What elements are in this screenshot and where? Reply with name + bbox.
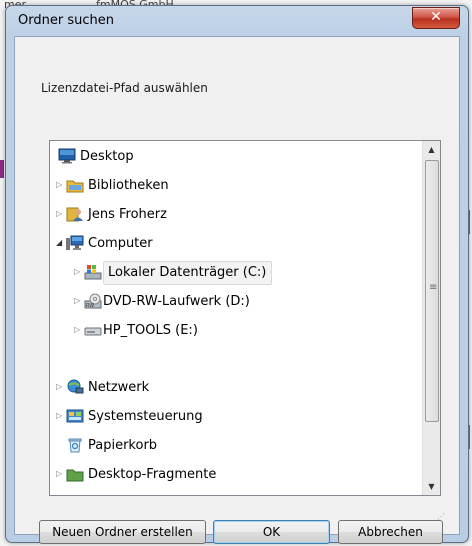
tree-item-control-panel[interactable]: ▷ Systemsteuerung [50,404,420,430]
control-panel-icon [66,408,84,424]
expand-arrow-icon[interactable]: ▷ [56,210,64,218]
vertical-scrollbar[interactable]: ▲ ≡ ▼ [422,141,440,495]
browse-folder-dialog: Ordner suchen ✕ Lizenzdatei-Pfad auswähl… [5,5,469,544]
cancel-button[interactable]: Abbrechen [338,520,443,544]
ok-button[interactable]: OK [213,520,330,544]
tree-item-label: Bibliotheken [88,178,169,193]
tree-item-label: Lokaler Datenträger (C:) [103,261,273,285]
scroll-thumb[interactable]: ≡ [425,160,439,422]
expand-arrow-icon[interactable]: ▷ [56,412,64,420]
tree-item-label: Computer [88,236,153,251]
removable-drive-icon [84,322,102,338]
tree-item-recycle-bin[interactable]: Papierkorb [50,433,420,459]
tree-item-dvd-drive-d[interactable]: ▷ RW DVD-RW-Laufwerk (D:) [50,289,420,315]
folder-tree[interactable]: Desktop ▷ Bibliotheken ▷ Jens Froherz ◢ [49,140,441,496]
tree-item-hp-tools-e[interactable]: ▷ HP_TOOLS (E:) [50,318,420,344]
tree-item-network[interactable]: ▷ Netzwerk [50,375,420,401]
close-icon: ✕ [430,9,442,25]
scroll-up-icon[interactable]: ▲ [423,141,440,158]
local-drive-icon [84,264,102,280]
expand-arrow-icon[interactable]: ▷ [56,470,64,478]
close-button[interactable]: ✕ [412,7,460,29]
dialog-prompt: Lizenzdatei-Pfad auswählen [41,81,208,95]
tree-item-libraries[interactable]: ▷ Bibliotheken [50,173,420,199]
tree-item-label: Systemsteuerung [88,409,203,424]
dvd-drive-icon: RW [84,293,102,309]
collapse-arrow-icon[interactable]: ◢ [56,239,64,247]
new-folder-button[interactable]: Neuen Ordner erstellen [39,520,206,544]
svg-text:RW: RW [86,303,94,309]
expand-arrow-icon[interactable]: ▷ [56,383,64,391]
expand-arrow-icon[interactable]: ▷ [56,181,64,189]
computer-icon [66,235,84,251]
tree-item-desktop[interactable]: Desktop [50,144,420,170]
tree-item-label: DVD-RW-Laufwerk (D:) [103,294,250,309]
tree-item-label: Jens Froherz [88,207,167,222]
expand-arrow-icon[interactable]: ▷ [74,268,82,276]
tree-item-computer[interactable]: ◢ Computer [50,231,420,257]
expand-arrow-icon[interactable]: ▷ [74,297,82,305]
tree-item-label: Papierkorb [88,438,158,453]
libraries-icon [66,177,84,193]
expand-arrow-icon[interactable]: ▷ [74,326,82,334]
dialog-title: Ordner suchen [18,13,114,28]
user-folder-icon [66,206,84,222]
grip-icon: ≡ [429,282,438,293]
scroll-down-icon[interactable]: ▼ [423,478,440,495]
recycle-bin-icon [66,437,84,453]
tree-item-label: Desktop [80,149,134,164]
dialog-client-area: Lizenzdatei-Pfad auswählen Desktop ▷ Bib… [14,36,460,544]
folder-icon [66,466,84,482]
tree-item-label: Netzwerk [88,380,150,395]
tree-item-partial[interactable]: ▷ Desktop-Fragmente [50,462,420,488]
desktop-icon [58,148,76,164]
network-icon [66,379,84,395]
tree-item-label: Desktop-Fragmente [88,467,217,482]
title-bar[interactable]: Ordner suchen ✕ [6,6,468,36]
background-accent [0,160,4,178]
tree-item-label: HP_TOOLS (E:) [103,323,198,338]
tree-item-user[interactable]: ▷ Jens Froherz [50,202,420,228]
tree-item-local-drive-c[interactable]: ▷ Lokaler Datenträger (C:) [50,260,420,286]
resize-grip-icon[interactable]: ⋰ [437,512,447,522]
